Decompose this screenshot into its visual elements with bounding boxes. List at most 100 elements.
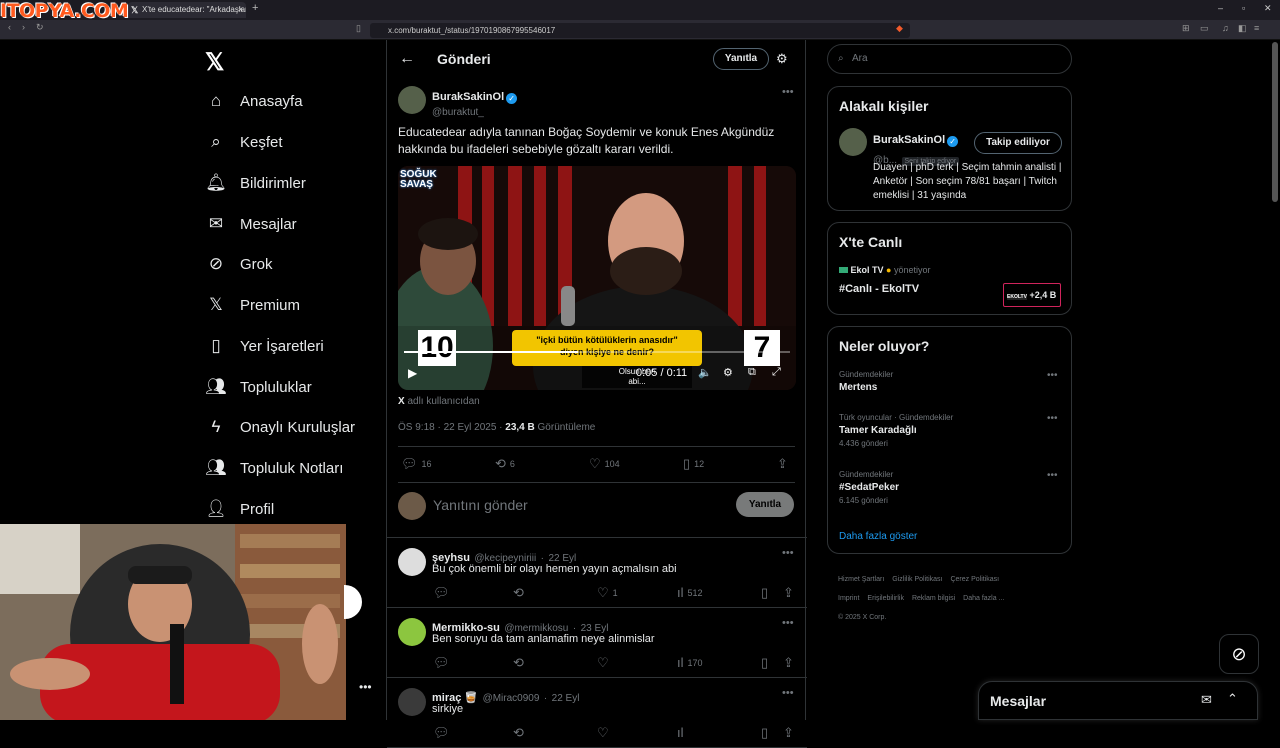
- reply-bookmark-action[interactable]: ▯: [761, 585, 772, 601]
- wallet-icon[interactable]: ▭: [1200, 23, 1209, 34]
- footer-link[interactable]: Hizmet Şartları: [838, 576, 884, 583]
- reply-more-icon[interactable]: •••: [782, 617, 794, 629]
- host-name[interactable]: Ekol TV: [851, 265, 884, 275]
- extensions-icon[interactable]: ⊞: [1182, 23, 1190, 34]
- footer-link[interactable]: Gizlilik Politikası: [892, 576, 942, 583]
- reply-repost-action[interactable]: ⟲: [513, 655, 528, 671]
- trend-item[interactable]: Türk oyuncular · Gündemdekiler Tamer Kar…: [839, 413, 1064, 448]
- reply-share-action[interactable]: ⇪: [783, 725, 798, 741]
- bookmark-action[interactable]: ▯ 12: [683, 456, 704, 472]
- new-tab-button[interactable]: +: [252, 2, 258, 14]
- reply-share-action[interactable]: ⇪: [783, 655, 798, 671]
- reply-like-action[interactable]: ♡: [597, 725, 613, 741]
- reply-more-icon[interactable]: •••: [782, 687, 794, 699]
- footer-link[interactable]: Daha fazla ...: [963, 595, 1004, 602]
- reply-date[interactable]: 22 Eyl: [552, 693, 580, 704]
- video-progress-track[interactable]: [404, 351, 790, 353]
- grok-button-icon[interactable]: ⊘: [1219, 634, 1259, 674]
- reply-action[interactable]: 💬︎ 16: [401, 456, 432, 472]
- reply-like-action[interactable]: ♡ 1: [597, 585, 618, 601]
- reply-views-action[interactable]: ıl: [677, 725, 688, 740]
- footer-link[interactable]: Imprint: [838, 595, 859, 602]
- post-timestamp[interactable]: ÖS 9:18 · 22 Eyl 2025 ·: [398, 422, 505, 433]
- footer-link[interactable]: Reklam bilgisi: [912, 595, 955, 602]
- nav-item-7[interactable]: 👥︎ Topluluklar: [205, 372, 312, 402]
- back-arrow-icon[interactable]: ←: [399, 50, 415, 68]
- reply-reply-action[interactable]: 💬︎: [433, 655, 454, 671]
- nav-item-9[interactable]: 👥︎ Topluluk Notları: [205, 453, 343, 483]
- nav-item-5[interactable]: 𝕏 Premium: [205, 290, 300, 320]
- reply-item[interactable]: miraç 🥃 @Mirac0909 · 22 Eyl ••• sirkiye …: [387, 678, 807, 748]
- author-avatar[interactable]: [398, 86, 426, 114]
- reply-header-button[interactable]: Yanıtla: [713, 48, 769, 70]
- trend-item[interactable]: Gündemdekiler #SedatPeker 6.145 gönderi …: [839, 470, 1064, 505]
- nav-item-10[interactable]: 👤︎ Profil: [205, 494, 274, 524]
- volume-icon[interactable]: 🔈: [698, 366, 712, 379]
- scroll-handle[interactable]: [344, 585, 362, 619]
- messages-drawer[interactable]: Mesajlar ✉ ⌃: [978, 681, 1258, 720]
- nav-item-1[interactable]: ⌕ Keşfet: [205, 127, 282, 157]
- sidebar-toggle-icon[interactable]: ◧: [1238, 23, 1247, 34]
- live-viewers-badge[interactable]: EKOLTV +2,4 B: [1003, 283, 1061, 307]
- nav-item-3[interactable]: ✉ Mesajlar: [205, 209, 297, 239]
- reply-bookmark-action[interactable]: ▯: [761, 725, 772, 741]
- nav-item-4[interactable]: ⊘ Grok: [205, 249, 273, 279]
- settings-icon[interactable]: ⚙: [723, 366, 733, 379]
- reply-item[interactable]: Mermikko-su @mermikkosu · 23 Eyl ••• Ben…: [387, 608, 807, 678]
- minimize-icon[interactable]: –: [1218, 3, 1223, 13]
- browser-tab[interactable]: 𝕏 X'te educatedear: "Arkadaşlar, Geçtiğ …: [128, 2, 246, 18]
- close-tab-icon[interactable]: ×: [238, 2, 243, 18]
- share-action[interactable]: ⇪: [777, 456, 792, 472]
- address-bar[interactable]: x.com/buraktut_/status/19701908679955460…: [370, 23, 910, 38]
- reply-reply-action[interactable]: 💬︎: [433, 725, 454, 741]
- nav-item-8[interactable]: ϟ Onaylı Kuruluşlar: [205, 412, 356, 442]
- page-scrollbar[interactable]: [1272, 42, 1278, 202]
- reply-submit-button[interactable]: Yanıtla: [736, 492, 794, 517]
- author-name[interactable]: BurakSakinOl: [432, 91, 504, 103]
- brave-shield-icon[interactable]: ◆: [896, 23, 903, 34]
- menu-icon[interactable]: ≡: [1254, 23, 1259, 33]
- trend-more-icon[interactable]: •••: [1047, 413, 1058, 424]
- post-more-icon[interactable]: •••: [782, 86, 794, 98]
- reply-like-action[interactable]: ♡: [597, 655, 613, 671]
- related-name[interactable]: BurakSakinOl: [873, 134, 945, 146]
- expand-up-icon[interactable]: ⌃: [1227, 691, 1238, 707]
- video-player[interactable]: SOĞUK SAVAŞ 10 7 "içki bütün kötülükleri…: [398, 166, 796, 390]
- reply-input[interactable]: Yanıtını gönder: [433, 497, 528, 513]
- reply-views-action[interactable]: ıl 512: [677, 585, 703, 600]
- reply-repost-action[interactable]: ⟲: [513, 725, 528, 741]
- footer-link[interactable]: Erişilebilirlik: [867, 595, 904, 602]
- nav-item-6[interactable]: ▯ Yer İşaretleri: [205, 331, 323, 361]
- follow-button[interactable]: Takip ediliyor: [974, 132, 1062, 154]
- like-action[interactable]: ♡ 104: [589, 456, 620, 472]
- related-avatar[interactable]: [839, 128, 867, 156]
- reply-reply-action[interactable]: 💬︎: [433, 585, 454, 601]
- source-x[interactable]: X: [398, 396, 405, 407]
- reply-bookmark-action[interactable]: ▯: [761, 655, 772, 671]
- reply-more-icon[interactable]: •••: [782, 547, 794, 559]
- maximize-icon[interactable]: ▫: [1242, 3, 1245, 13]
- repost-action[interactable]: ⟲ 6: [495, 456, 515, 472]
- search-input[interactable]: ⌕ Ara: [827, 44, 1072, 74]
- stream-title[interactable]: #Canlı - EkolTV: [839, 283, 919, 295]
- sliders-icon[interactable]: ⚙: [776, 51, 788, 67]
- trend-item[interactable]: Gündemdekiler Mertens •••: [839, 370, 1064, 396]
- reply-handle[interactable]: @Mirac0909: [483, 693, 540, 704]
- nav-item-2[interactable]: 🔔︎ Bildirimler: [205, 168, 306, 198]
- close-window-icon[interactable]: ✕: [1264, 3, 1272, 14]
- reply-avatar[interactable]: [398, 548, 426, 576]
- pip-icon[interactable]: ⧉: [748, 366, 756, 379]
- bookmark-page-icon[interactable]: ▯: [356, 23, 361, 34]
- play-icon[interactable]: ▶: [408, 366, 417, 380]
- footer-link[interactable]: Çerez Politikası: [950, 576, 999, 583]
- reply-item[interactable]: şeyhsu @kecipeyniriii · 22 Eyl ••• Bu ço…: [387, 538, 807, 608]
- author-handle[interactable]: @buraktut_: [432, 107, 517, 118]
- reply-avatar[interactable]: [398, 618, 426, 646]
- x-logo-icon[interactable]: 𝕏: [205, 48, 224, 77]
- show-more-link[interactable]: Daha fazla göster: [839, 531, 917, 542]
- trend-more-icon[interactable]: •••: [1047, 370, 1058, 381]
- reply-share-action[interactable]: ⇪: [783, 585, 798, 601]
- fullscreen-icon[interactable]: ⤢: [772, 366, 781, 379]
- trend-more-icon[interactable]: •••: [1047, 470, 1058, 481]
- reply-avatar[interactable]: [398, 688, 426, 716]
